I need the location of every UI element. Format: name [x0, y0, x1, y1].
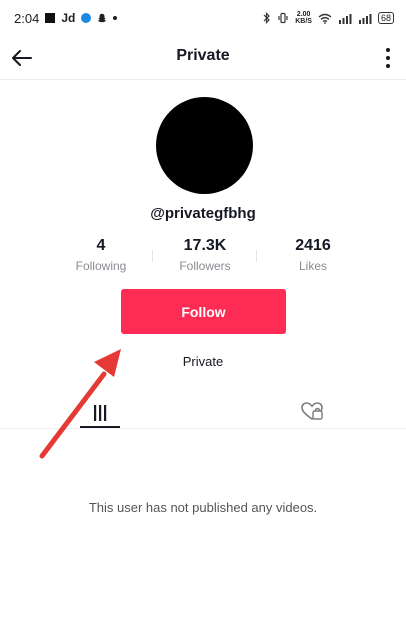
- annotation-arrow-icon: [39, 349, 121, 459]
